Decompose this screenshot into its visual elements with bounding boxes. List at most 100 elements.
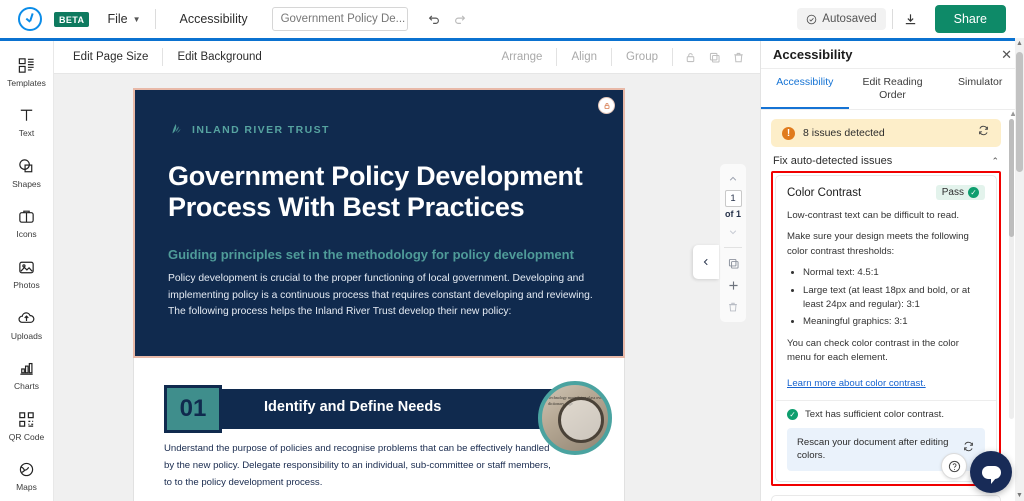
help-button[interactable] bbox=[941, 453, 967, 479]
sidebar-item-templates[interactable]: Templates bbox=[0, 47, 53, 97]
color-contrast-thresholds-intro: Make sure your design meets the followin… bbox=[787, 231, 969, 257]
threshold-list: Normal text: 4.5:1 Large text (at least … bbox=[803, 266, 985, 330]
sidebar-item-label: Maps bbox=[16, 482, 37, 493]
scroll-up-arrow[interactable]: ▲ bbox=[1016, 40, 1023, 47]
download-icon[interactable] bbox=[899, 7, 923, 31]
color-contrast-title: Color Contrast bbox=[787, 186, 862, 199]
close-icon[interactable]: ✕ bbox=[1001, 47, 1012, 63]
status-label: Pass bbox=[941, 187, 964, 198]
hero-body-text[interactable]: Policy development is crucial to the pro… bbox=[168, 271, 593, 321]
sidebar-item-icons[interactable]: Icons bbox=[0, 199, 53, 249]
page-thumbnail[interactable] bbox=[290, 497, 330, 501]
rescan-text: Rescan your document after editing color… bbox=[797, 436, 949, 462]
step-block-01[interactable]: 01 Identify and Define Needs Technology … bbox=[164, 381, 612, 491]
step-photo[interactable]: Technology magnifying glass over diction… bbox=[538, 381, 612, 455]
arrange-button[interactable]: Arrange bbox=[493, 46, 552, 68]
canvas-area[interactable]: INLAND RIVER TRUST Government Policy Dev… bbox=[54, 74, 760, 501]
sidebar-item-label: Uploads bbox=[10, 330, 43, 341]
scroll-down-arrow[interactable]: ▼ bbox=[1016, 492, 1023, 499]
lock-icon[interactable] bbox=[598, 97, 615, 114]
refresh-icon[interactable] bbox=[977, 124, 990, 142]
hero-subheading[interactable]: Guiding principles set in the methodolog… bbox=[168, 247, 598, 262]
delete-page-icon[interactable] bbox=[721, 296, 745, 318]
add-page-icon[interactable] bbox=[721, 274, 745, 296]
chevron-up-icon[interactable] bbox=[721, 168, 745, 190]
panel-scrollbar[interactable] bbox=[1009, 119, 1014, 419]
check-circle-icon: ✓ bbox=[968, 187, 979, 198]
undo-icon[interactable] bbox=[422, 7, 446, 31]
text-size-card[interactable]: Text Size Pass ✓ bbox=[771, 495, 1001, 501]
app-logo-icon[interactable] bbox=[18, 7, 42, 31]
page-controls: 1 of 1 bbox=[720, 164, 746, 322]
status-badge: Pass ✓ bbox=[935, 185, 985, 200]
topbar-divider-2 bbox=[891, 9, 893, 29]
tab-edit-reading-order[interactable]: Edit Reading Order bbox=[849, 69, 937, 109]
sidebar-item-shapes[interactable]: Shapes bbox=[0, 148, 53, 198]
trash-icon[interactable] bbox=[726, 45, 750, 69]
leaf-icon bbox=[172, 123, 181, 134]
color-contrast-tip: You can check color contrast in the colo… bbox=[787, 337, 959, 364]
scrollbar-thumb[interactable] bbox=[1009, 119, 1014, 237]
step-title[interactable]: Identify and Define Needs bbox=[264, 399, 441, 415]
sidebar-item-photos[interactable]: Photos bbox=[0, 249, 53, 299]
document-title-input[interactable]: Government Policy De... bbox=[271, 7, 408, 31]
section-title: Fix auto-detected issues bbox=[773, 155, 893, 167]
sidebar-item-uploads[interactable]: Uploads bbox=[0, 300, 53, 350]
file-menu[interactable]: File ▼ bbox=[99, 6, 148, 32]
sidebar-item-text[interactable]: Text bbox=[0, 98, 53, 148]
share-button[interactable]: Share bbox=[934, 5, 1006, 33]
refresh-icon[interactable] bbox=[962, 440, 975, 458]
panel-tabs: Accessibility Edit Reading Order Simulat… bbox=[761, 69, 1024, 111]
scrollbar-thumb[interactable] bbox=[1016, 52, 1023, 172]
chevron-up-icon[interactable]: ⌃ bbox=[991, 156, 999, 167]
design-page[interactable]: INLAND RIVER TRUST Government Policy Dev… bbox=[133, 88, 625, 501]
chevron-down-icon[interactable] bbox=[721, 221, 745, 243]
threshold-item: Meaningful graphics: 3:1 bbox=[803, 315, 985, 329]
check-circle-icon bbox=[807, 14, 817, 24]
step-body-text[interactable]: Understand the purpose of policies and r… bbox=[164, 441, 556, 491]
beta-badge: BETA bbox=[54, 11, 90, 27]
edit-background-button[interactable]: Edit Background bbox=[168, 46, 270, 68]
edit-page-size-button[interactable]: Edit Page Size bbox=[64, 46, 157, 68]
chat-bubble-icon bbox=[981, 465, 1001, 484]
sidebar-item-charts[interactable]: Charts bbox=[0, 350, 53, 400]
sidebar-item-maps[interactable]: Maps bbox=[0, 452, 53, 501]
tab-simulator[interactable]: Simulator bbox=[936, 69, 1024, 109]
page-number-input[interactable]: 1 bbox=[724, 190, 742, 207]
left-sidebar: Templates Text Shapes Icons Photos Uploa… bbox=[0, 41, 54, 501]
hero-section[interactable]: INLAND RIVER TRUST Government Policy Dev… bbox=[133, 88, 625, 358]
group-button[interactable]: Group bbox=[617, 46, 667, 68]
topbar-accent-rule bbox=[0, 38, 1024, 41]
color-contrast-body: Color Contrast Pass ✓ Low-contrast text … bbox=[776, 176, 996, 400]
toolbar-divider-2 bbox=[556, 48, 558, 66]
page-thumbnail[interactable] bbox=[249, 497, 289, 501]
sidebar-item-label: Icons bbox=[16, 229, 37, 240]
duplicate-page-icon[interactable] bbox=[721, 252, 745, 274]
page-thumbnail-strip[interactable] bbox=[209, 497, 330, 501]
templates-icon bbox=[18, 58, 34, 73]
fix-issues-section-header[interactable]: Fix auto-detected issues ⌃ bbox=[771, 147, 1001, 171]
duplicate-icon[interactable] bbox=[702, 45, 726, 69]
hero-heading[interactable]: Government Policy Development Process Wi… bbox=[168, 161, 598, 224]
accessibility-menu-button[interactable]: Accessibility bbox=[170, 6, 258, 32]
align-button[interactable]: Align bbox=[562, 46, 606, 68]
question-mark-icon bbox=[948, 460, 960, 472]
sidebar-item-label: Photos bbox=[13, 280, 40, 291]
learn-more-link[interactable]: Learn more about color contrast. bbox=[787, 378, 926, 389]
charts-icon bbox=[20, 363, 33, 375]
step-number: 01 bbox=[164, 385, 222, 433]
panel-header: Accessibility ✕ bbox=[761, 41, 1024, 69]
sidebar-item-qr-code[interactable]: QR Code bbox=[0, 401, 53, 451]
chat-button[interactable] bbox=[970, 451, 1012, 493]
icons-icon bbox=[19, 211, 34, 224]
redo-icon[interactable] bbox=[448, 7, 472, 31]
color-contrast-header: Color Contrast Pass ✓ bbox=[787, 185, 985, 200]
lock-icon[interactable] bbox=[678, 45, 702, 69]
page-thumbnail[interactable] bbox=[209, 497, 248, 501]
collapse-panel-button[interactable] bbox=[693, 245, 719, 279]
maps-icon bbox=[19, 463, 34, 477]
tab-accessibility[interactable]: Accessibility bbox=[761, 69, 849, 110]
toolbar-divider bbox=[162, 48, 164, 66]
window-scrollbar[interactable]: ▲ ▼ bbox=[1015, 38, 1024, 501]
shapes-icon bbox=[19, 159, 33, 173]
